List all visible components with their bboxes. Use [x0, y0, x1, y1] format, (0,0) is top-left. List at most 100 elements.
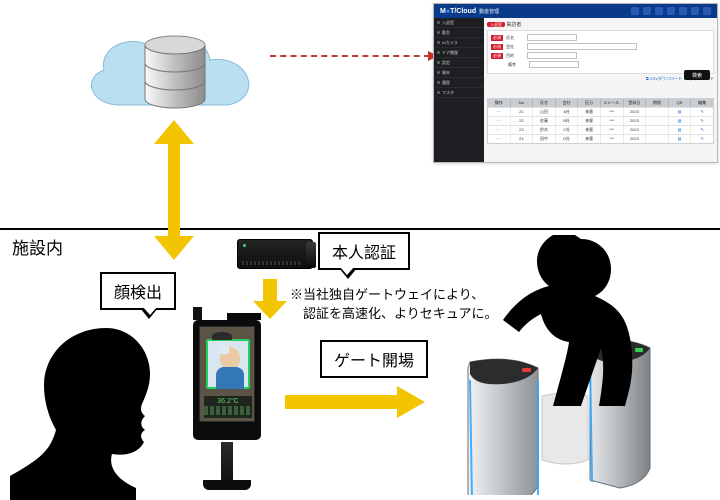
form-row: 必須氏名 [491, 34, 710, 41]
sidebar-item[interactable]: 設定 [434, 58, 484, 68]
download-link[interactable]: ⧉ CSVダウンロード [646, 76, 682, 81]
table-cell [646, 108, 669, 116]
table-cell: ▤ [669, 135, 692, 143]
row-action[interactable]: ⋯ [497, 118, 501, 123]
table-cell: ✎ [691, 108, 713, 116]
table-row: ⋯24田中D社来客***2023▤✎ [488, 134, 713, 143]
table-cell: ▤ [669, 126, 692, 134]
form-row: 必須目的 [491, 52, 710, 59]
sidebar-item[interactable]: 端末 [434, 68, 484, 78]
header-icon[interactable] [703, 7, 711, 15]
face-detect-label: 顔検出 [100, 272, 176, 310]
table-cell: A社 [556, 108, 579, 116]
header-icon[interactable] [679, 7, 687, 15]
header-icon[interactable] [643, 7, 651, 15]
motcloud-logo: M●T/Cloud [440, 8, 476, 15]
edit-link[interactable]: ✎ [700, 118, 703, 123]
table-cell: ▤ [669, 108, 692, 116]
person-left-silhouette-icon [10, 320, 185, 500]
table-cell: 21 [511, 108, 534, 116]
table-header-cell: Eメール [601, 99, 624, 107]
crumb-pill: 入退室 [487, 22, 505, 27]
motcloud-table: 操作No氏名会社区分Eメール登録日期限QR編集 ⋯21山田A社来客***2023… [487, 98, 714, 144]
table-cell [646, 126, 669, 134]
edit-link[interactable]: ✎ [700, 127, 703, 132]
person-right-silhouette-icon [495, 235, 655, 415]
table-header-cell: 編集 [691, 99, 713, 107]
table-cell: *** [601, 126, 624, 134]
gate-open-label: ゲート開場 [320, 340, 428, 378]
motcloud-breadcrumb: 入退室 来訪者 [487, 21, 714, 28]
dotted-arrow-icon [270, 55, 430, 57]
edit-link[interactable]: ✎ [700, 136, 703, 141]
required-badge: 必須 [491, 35, 503, 41]
form-label: 氏名 [506, 35, 524, 41]
motcloud-sidebar: 入退室勤怠AIカメラドア開錠設定端末履歴マスタ [434, 18, 484, 162]
table-header-cell: 区分 [578, 99, 601, 107]
row-action[interactable]: ⋯ [497, 136, 501, 141]
table-cell: ✎ [691, 126, 713, 134]
text-input[interactable] [527, 43, 637, 50]
table-cell: ⋯ [488, 135, 511, 143]
header-icon[interactable] [691, 7, 699, 15]
sidebar-item[interactable]: マスタ [434, 88, 484, 98]
sidebar-item[interactable]: AIカメラ [434, 38, 484, 48]
database-icon [140, 35, 210, 115]
text-input[interactable] [527, 52, 577, 59]
table-cell [646, 135, 669, 143]
sidebar-item[interactable]: 勤怠 [434, 28, 484, 38]
header-icon[interactable] [667, 7, 675, 15]
motcloud-main: 入退室 来訪者 必須氏名必須会社必須目的備考 検索 ⧉ CSVダウンロード⧉ ダ… [484, 18, 717, 162]
arrow-updown-icon [150, 120, 198, 260]
table-cell: ✎ [691, 135, 713, 143]
table-cell: 22 [511, 117, 534, 125]
motcloud-links: ⧉ CSVダウンロード⧉ ダウンロード [487, 76, 714, 82]
motcloud-header-icons [631, 7, 711, 15]
required-badge: 必須 [491, 44, 503, 50]
search-button[interactable]: 検索 [684, 70, 710, 80]
motcloud-form: 必須氏名必須会社必須目的備考 [487, 30, 714, 74]
table-cell: ⋯ [488, 126, 511, 134]
table-header-cell: No [511, 99, 534, 107]
table-cell: 2023 [624, 135, 647, 143]
table-header-cell: 氏名 [533, 99, 556, 107]
qr-link[interactable]: ▤ [678, 136, 682, 141]
table-cell: B社 [556, 117, 579, 125]
table-cell: D社 [556, 135, 579, 143]
form-label: 備考 [508, 62, 526, 68]
table-cell: 来客 [578, 117, 601, 125]
table-body: ⋯21山田A社来客***2023▤✎⋯22佐藤B社来客***2023▤✎⋯23鈴… [488, 107, 713, 143]
header-icon[interactable] [655, 7, 663, 15]
sidebar-item[interactable]: 入退室 [434, 18, 484, 28]
table-row: ⋯21山田A社来客***2023▤✎ [488, 107, 713, 116]
edit-link[interactable]: ✎ [700, 109, 703, 114]
sidebar-item[interactable]: 履歴 [434, 78, 484, 88]
table-header-cell: 操作 [488, 99, 511, 107]
table-cell: 来客 [578, 126, 601, 134]
header-icon[interactable] [631, 7, 639, 15]
sidebar-item[interactable]: ドア開錠 [434, 48, 484, 58]
table-cell: 24 [511, 135, 534, 143]
text-input[interactable] [527, 34, 577, 41]
table-row: ⋯23鈴木C社来客***2023▤✎ [488, 125, 713, 134]
table-cell: 23 [511, 126, 534, 134]
qr-link[interactable]: ▤ [678, 109, 682, 114]
table-cell: ✎ [691, 117, 713, 125]
table-cell: *** [601, 108, 624, 116]
row-action[interactable]: ⋯ [497, 127, 501, 132]
table-header-cell: 登録日 [624, 99, 647, 107]
table-cell: 2023 [624, 126, 647, 134]
table-header-cell: 会社 [556, 99, 579, 107]
motcloud-subtitle: 動産管理 [479, 8, 499, 15]
row-action[interactable]: ⋯ [497, 109, 501, 114]
form-label: 会社 [506, 44, 524, 50]
qr-link[interactable]: ▤ [678, 127, 682, 132]
text-input[interactable] [529, 61, 579, 68]
motcloud-screenshot: M●T/Cloud 動産管理 入退室勤怠AIカメラドア開錠設定端末履歴マスタ 入… [433, 3, 718, 163]
table-cell [646, 117, 669, 125]
table-cell: *** [601, 135, 624, 143]
table-header-cell: 期限 [646, 99, 669, 107]
qr-link[interactable]: ▤ [678, 118, 682, 123]
table-cell: 田中 [533, 135, 556, 143]
logo-suffix: T/Cloud [450, 8, 476, 15]
